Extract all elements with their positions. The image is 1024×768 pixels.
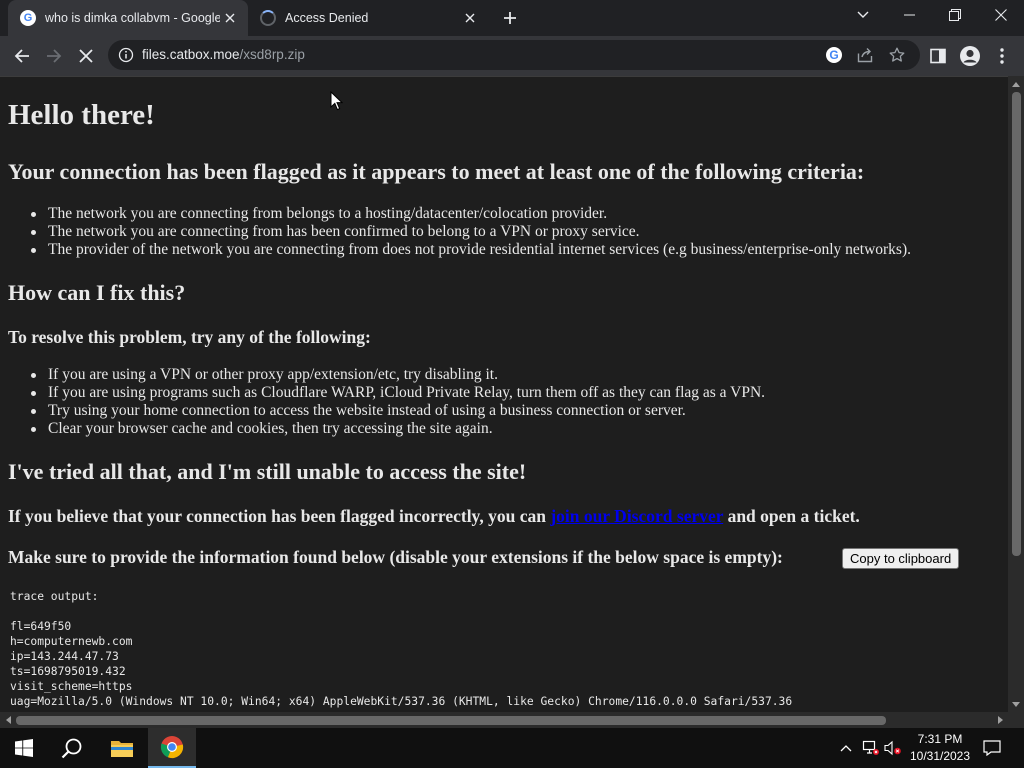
address-bar[interactable]: files.catbox.moe/xsd8rp.zip G bbox=[108, 40, 920, 70]
menu-kebab-icon[interactable] bbox=[986, 40, 1018, 72]
list-item: The network you are connecting from has … bbox=[31, 223, 911, 241]
vertical-scrollbar[interactable] bbox=[1008, 76, 1024, 712]
minimize-button[interactable] bbox=[886, 0, 932, 30]
bookmark-star-icon[interactable] bbox=[886, 45, 908, 65]
url-text[interactable]: files.catbox.moe/xsd8rp.zip bbox=[142, 47, 305, 62]
tab-search-button[interactable] bbox=[840, 0, 886, 30]
search-icon bbox=[61, 738, 82, 759]
page-viewport: Hello there! Your connection has been fl… bbox=[0, 76, 1008, 712]
tab-strip: who is dimka collabvm - Google Access De… bbox=[0, 0, 1024, 36]
scroll-up-arrow-icon[interactable] bbox=[1008, 76, 1024, 92]
volume-button[interactable] bbox=[882, 728, 904, 768]
show-hidden-icons-button[interactable] bbox=[836, 728, 856, 768]
info-heading: Make sure to provide the information fou… bbox=[8, 547, 783, 567]
svg-text:G: G bbox=[829, 48, 838, 62]
horizontal-scrollbar[interactable] bbox=[0, 712, 1008, 728]
close-window-button[interactable] bbox=[978, 0, 1024, 30]
discord-link[interactable]: join our Discord server bbox=[550, 506, 723, 526]
url-path: /xsd8rp.zip bbox=[239, 47, 305, 62]
google-lens-icon[interactable]: G bbox=[823, 45, 845, 65]
network-status-button[interactable] bbox=[860, 728, 882, 768]
back-button[interactable] bbox=[6, 40, 38, 72]
close-tab-icon[interactable] bbox=[460, 8, 480, 28]
site-info-icon[interactable] bbox=[118, 47, 134, 67]
network-icon bbox=[862, 740, 879, 755]
speaker-muted-icon bbox=[884, 740, 901, 756]
side-panel-button[interactable] bbox=[922, 40, 954, 72]
list-item: The network you are connecting from belo… bbox=[31, 205, 911, 223]
horizontal-scroll-thumb[interactable] bbox=[16, 716, 886, 725]
list-item: The provider of the network you are conn… bbox=[31, 241, 911, 258]
scroll-right-arrow-icon[interactable] bbox=[992, 712, 1008, 728]
taskbar-clock[interactable]: 7:31 PM 10/31/2023 bbox=[904, 731, 976, 765]
url-host: files.catbox.moe bbox=[142, 47, 240, 62]
ticket-prefix: If you believe that your connection has … bbox=[8, 506, 551, 526]
loading-spinner-icon bbox=[260, 10, 276, 26]
start-button[interactable] bbox=[0, 728, 48, 768]
chrome-taskbar-button[interactable] bbox=[148, 728, 196, 768]
tab-google-search[interactable]: who is dimka collabvm - Google bbox=[8, 0, 248, 36]
scroll-down-arrow-icon[interactable] bbox=[1008, 696, 1024, 712]
google-icon bbox=[20, 10, 36, 26]
resolve-heading: To resolve this problem, try any of the … bbox=[8, 327, 371, 347]
scroll-left-arrow-icon[interactable] bbox=[0, 712, 16, 728]
list-item: If you are using programs such as Cloudf… bbox=[30, 384, 766, 401]
vertical-scroll-thumb[interactable] bbox=[1012, 92, 1021, 556]
scrollbar-corner bbox=[1008, 712, 1024, 728]
page-heading: Hello there! bbox=[8, 99, 155, 131]
tab-title: Access Denied bbox=[285, 11, 369, 25]
trace-output[interactable]: trace output: fl=649f50 h=computernewb.c… bbox=[10, 589, 792, 709]
mouse-cursor-icon bbox=[330, 91, 343, 111]
list-item: Try using your home connection to access… bbox=[30, 402, 765, 420]
tried-heading: I've tried all that, and I'm still unabl… bbox=[8, 459, 527, 484]
profile-avatar[interactable] bbox=[954, 40, 986, 72]
new-tab-button[interactable] bbox=[498, 6, 522, 30]
list-item: If you are using a VPN or other proxy ap… bbox=[30, 366, 765, 384]
tab-access-denied[interactable]: Access Denied bbox=[248, 0, 488, 36]
stop-loading-button[interactable] bbox=[70, 40, 102, 72]
criteria-list: The network you are connecting from belo… bbox=[31, 205, 911, 259]
list-item: Clear your browser cache and cookies, th… bbox=[30, 420, 765, 438]
flagged-heading: Your connection has been flagged as it a… bbox=[8, 159, 865, 184]
copy-to-clipboard-button[interactable]: Copy to clipboard bbox=[842, 548, 960, 569]
restore-button[interactable] bbox=[932, 0, 978, 30]
ticket-suffix: and open a ticket. bbox=[723, 506, 860, 526]
tab-title: who is dimka collabvm - Google bbox=[45, 11, 220, 25]
fix-heading: How can I fix this? bbox=[8, 280, 186, 305]
chevron-up-icon bbox=[840, 745, 852, 752]
clock-time: 7:31 PM bbox=[917, 732, 963, 746]
forward-button[interactable] bbox=[38, 40, 70, 72]
clock-date: 10/31/2023 bbox=[909, 749, 971, 763]
share-icon[interactable] bbox=[854, 45, 876, 65]
chrome-icon bbox=[160, 736, 184, 759]
folder-icon bbox=[111, 741, 133, 757]
ticket-paragraph: If you believe that your connection has … bbox=[8, 506, 860, 527]
search-button[interactable] bbox=[48, 728, 96, 768]
action-center-button[interactable] bbox=[976, 728, 1008, 768]
fixes-list: If you are using a VPN or other proxy ap… bbox=[30, 366, 766, 438]
file-explorer-button[interactable] bbox=[98, 728, 146, 768]
close-tab-icon[interactable] bbox=[220, 8, 240, 28]
windows-logo-icon bbox=[15, 739, 33, 757]
windows-taskbar: 7:31 PM 10/31/2023 bbox=[0, 728, 1024, 768]
browser-toolbar: files.catbox.moe/xsd8rp.zip G bbox=[0, 36, 1024, 76]
notification-icon bbox=[983, 740, 1001, 756]
